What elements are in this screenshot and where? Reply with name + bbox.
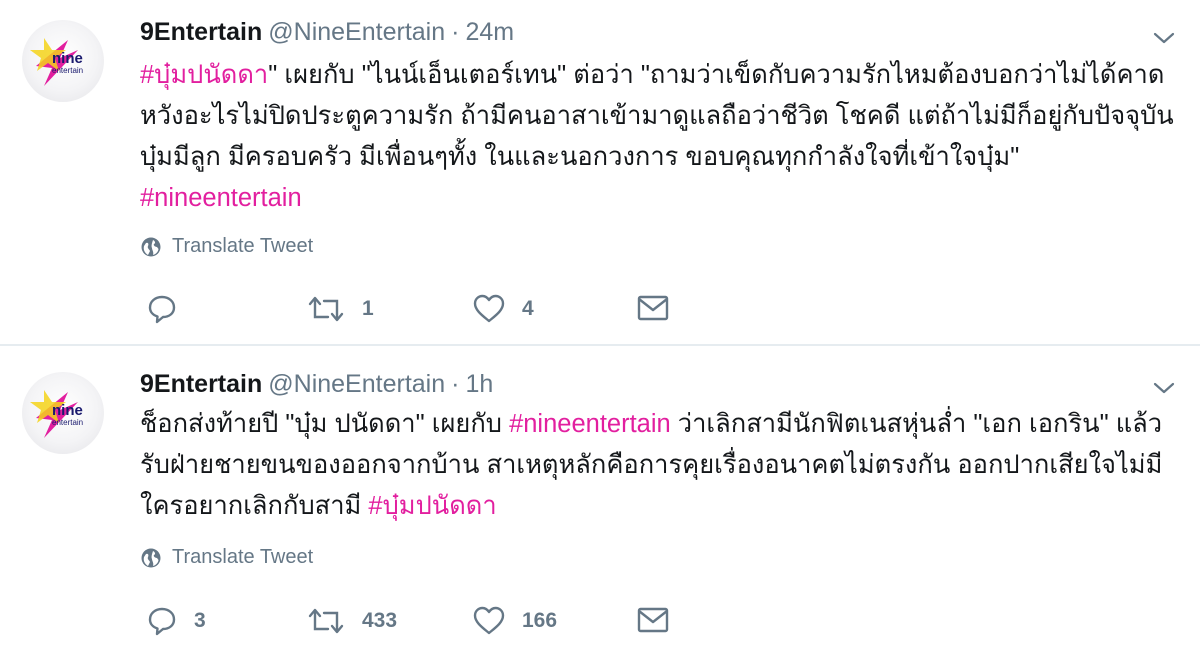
svg-text:nine: nine [52,402,83,419]
hashtag-link[interactable]: #nineentertain [509,410,671,438]
retweet-button[interactable]: 433 [306,605,397,637]
avatar[interactable]: nine entertain [22,372,104,454]
envelope-icon [637,607,669,633]
chevron-down-icon[interactable] [1152,30,1176,46]
retweet-count: 433 [362,609,398,632]
separator-dot: · [451,370,460,398]
like-count: 166 [522,609,558,632]
hashtag-link[interactable]: #บุ๋มปนัดดา [368,492,496,520]
heart-icon [473,606,505,635]
separator-dot: · [451,18,460,46]
nine-entertain-logo-icon: nine entertain [30,38,83,86]
translate-label: Translate Tweet [172,546,314,568]
chevron-down-icon[interactable] [1152,380,1176,396]
tweet-timestamp[interactable]: 24m [465,18,514,46]
user-handle[interactable]: @NineEntertain [268,370,445,398]
retweet-icon [308,608,344,634]
tweet-actions: 1 4 [146,293,706,327]
translate-tweet-link[interactable]: Translate Tweet [140,235,313,258]
nine-entertain-logo-icon: nine entertain [30,390,83,438]
globe-icon [141,237,161,256]
tweet-text-segment: " เผยกับ "ไนน์เอ็นเตอร์เทน" ต่อว่า "ถามว… [140,61,1174,171]
reply-icon [148,295,176,324]
translate-label: Translate Tweet [172,235,314,257]
avatar[interactable]: nine entertain [22,20,104,102]
display-name[interactable]: 9Entertain [140,18,262,46]
reply-button[interactable]: 3 [146,605,206,637]
display-name[interactable]: 9Entertain [140,370,262,398]
translate-tweet-link[interactable]: Translate Tweet [140,546,313,569]
svg-text:nine: nine [52,50,83,67]
hashtag-link[interactable]: #nineentertain [140,184,302,212]
svg-text:entertain: entertain [52,66,83,75]
tweet-timestamp[interactable]: 1h [465,370,493,398]
direct-message-button[interactable] [636,293,670,323]
globe-icon [141,548,161,567]
tweet-text: ช็อกส่งท้ายปี "บุ๋ม ปนัดดา" เผยกับ #nine… [140,404,1180,527]
tweet-card[interactable]: nine entertain 9Entertain @NineEntertain ·… [0,0,1200,346]
reply-icon [148,607,176,636]
heart-icon [473,294,505,323]
tweet-card[interactable]: nine entertain 9Entertain @NineEntertain ·… [0,346,1200,658]
tweet-header: 9Entertain @NineEntertain · 24m [140,18,514,47]
direct-message-button[interactable] [636,605,670,635]
user-handle[interactable]: @NineEntertain [268,18,445,46]
tweet-text-segment: ช็อกส่งท้ายปี "บุ๋ม ปนัดดา" เผยกับ [140,410,510,438]
retweet-icon [308,296,344,322]
hashtag-link[interactable]: #บุ๋มปนัดดา [140,61,268,89]
envelope-icon [637,295,669,321]
tweet-header: 9Entertain @NineEntertain · 1h [140,370,493,399]
svg-text:entertain: entertain [52,418,83,427]
reply-button[interactable] [146,293,194,325]
reply-count: 3 [194,609,206,632]
like-count: 4 [522,297,534,320]
like-button[interactable]: 4 [472,293,534,325]
retweet-button[interactable]: 1 [306,293,374,325]
tweet-text: #บุ๋มปนัดดา" เผยกับ "ไนน์เอ็นเตอร์เทน" ต… [140,55,1180,219]
like-button[interactable]: 166 [472,605,557,637]
tweet-actions: 3 433 166 [146,605,706,639]
retweet-count: 1 [362,297,374,320]
